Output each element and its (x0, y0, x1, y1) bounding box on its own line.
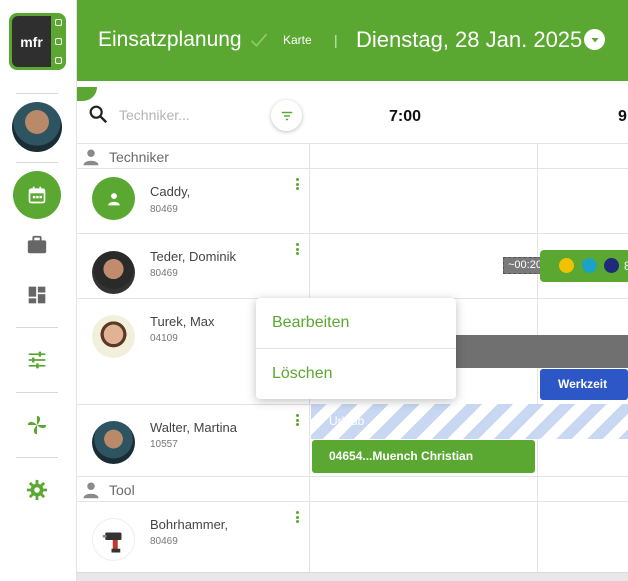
filter-button[interactable] (271, 100, 302, 131)
timeline-hour: 9 (618, 108, 627, 125)
map-link[interactable]: Karte (283, 33, 312, 47)
calendar-nav-button[interactable] (13, 171, 61, 219)
pinwheel-nav-button[interactable] (25, 413, 49, 437)
app-root: mfr Einsatzplanung Karte | Dienstag, 28 … (0, 0, 628, 581)
horizontal-scrollbar[interactable] (77, 572, 628, 581)
turek-busy-bar[interactable] (456, 335, 628, 368)
technician-id: 80469 (150, 204, 178, 215)
planner-toolbar: 7:00 9 (77, 81, 628, 144)
section-label: Tool (109, 482, 135, 498)
technician-id: 80469 (150, 268, 178, 279)
briefcase-nav-button[interactable] (25, 233, 49, 257)
person-icon (83, 149, 99, 166)
technician-id: 10557 (150, 439, 178, 450)
settings-nav-button[interactable] (25, 478, 49, 502)
logo-text: mfr (12, 16, 51, 67)
section-label: Techniker (109, 149, 169, 165)
logo-plugin-icons (53, 19, 63, 64)
urlaub-event[interactable]: Urlaub (311, 404, 628, 439)
job-event[interactable]: 04654...Muench Christian (312, 440, 535, 473)
user-avatar[interactable] (12, 102, 62, 152)
filter-icon (281, 111, 292, 120)
person-icon (107, 192, 120, 205)
technician-name: Turek, Max (150, 314, 215, 329)
corner-accent (77, 87, 97, 101)
section-header-tool: Tool (77, 478, 309, 502)
avatar (92, 177, 135, 220)
grid-row-line (77, 476, 628, 477)
rail-divider (16, 162, 58, 163)
checkmark-icon (250, 33, 268, 48)
status-dot (604, 258, 619, 273)
dashboard-nav-button[interactable] (25, 283, 49, 307)
werkzeit-event[interactable]: Werkzeit (540, 369, 628, 400)
rail-divider (16, 93, 58, 94)
rail-divider (16, 327, 58, 328)
timeline-hour: 7:00 (389, 108, 422, 125)
row-more-menu-button[interactable] (294, 414, 300, 426)
filter-settings-nav-button[interactable] (25, 348, 49, 372)
top-header: Einsatzplanung Karte | Dienstag, 28 Jan.… (77, 0, 628, 81)
row-more-menu-button[interactable] (294, 243, 300, 255)
row-more-menu-button[interactable] (294, 178, 300, 190)
row-more-menu-button[interactable] (294, 511, 300, 523)
edit-menu-item[interactable]: Bearbeiten (256, 298, 456, 348)
calendar-icon (28, 186, 46, 204)
section-header-techniker: Techniker (77, 145, 309, 169)
search-icon (89, 105, 108, 124)
status-dot (559, 258, 574, 273)
current-date[interactable]: Dienstag, 28 Jan. 2025 (356, 27, 582, 53)
tune-icon (28, 351, 46, 369)
tool-name: Bohrhammer, (150, 517, 229, 532)
tool-id: 80469 (150, 536, 178, 547)
technician-id: 04109 (150, 333, 178, 344)
rail-divider (16, 457, 58, 458)
technician-name: Walter, Martina (150, 420, 237, 435)
header-separator: | (334, 32, 338, 48)
pinwheel-icon (27, 415, 47, 435)
row-context-menu: Bearbeiten Löschen (256, 298, 456, 399)
dashboard-icon (28, 286, 46, 304)
appointment-label: 8 (624, 259, 628, 273)
technician-search-input[interactable] (119, 105, 259, 125)
nav-rail: mfr (0, 0, 77, 581)
rail-divider (16, 392, 58, 393)
delete-menu-item[interactable]: Löschen (256, 349, 456, 399)
avatar (92, 315, 135, 358)
technician-name: Teder, Dominik (150, 249, 236, 264)
person-icon (83, 482, 99, 499)
app-logo[interactable]: mfr (9, 13, 66, 70)
drill-icon (102, 532, 121, 552)
teder-appointment-bar[interactable]: 8 (540, 250, 628, 282)
page-title: Einsatzplanung (98, 28, 242, 51)
status-dot (582, 258, 597, 273)
date-dropdown-button[interactable] (584, 29, 605, 50)
avatar (92, 421, 135, 464)
technician-name: Caddy, (150, 184, 191, 199)
avatar (92, 518, 135, 561)
briefcase-icon (27, 235, 47, 254)
chevron-down-icon (591, 37, 598, 42)
grid-row-line (77, 233, 628, 234)
gear-icon (26, 479, 48, 501)
avatar (92, 251, 135, 294)
